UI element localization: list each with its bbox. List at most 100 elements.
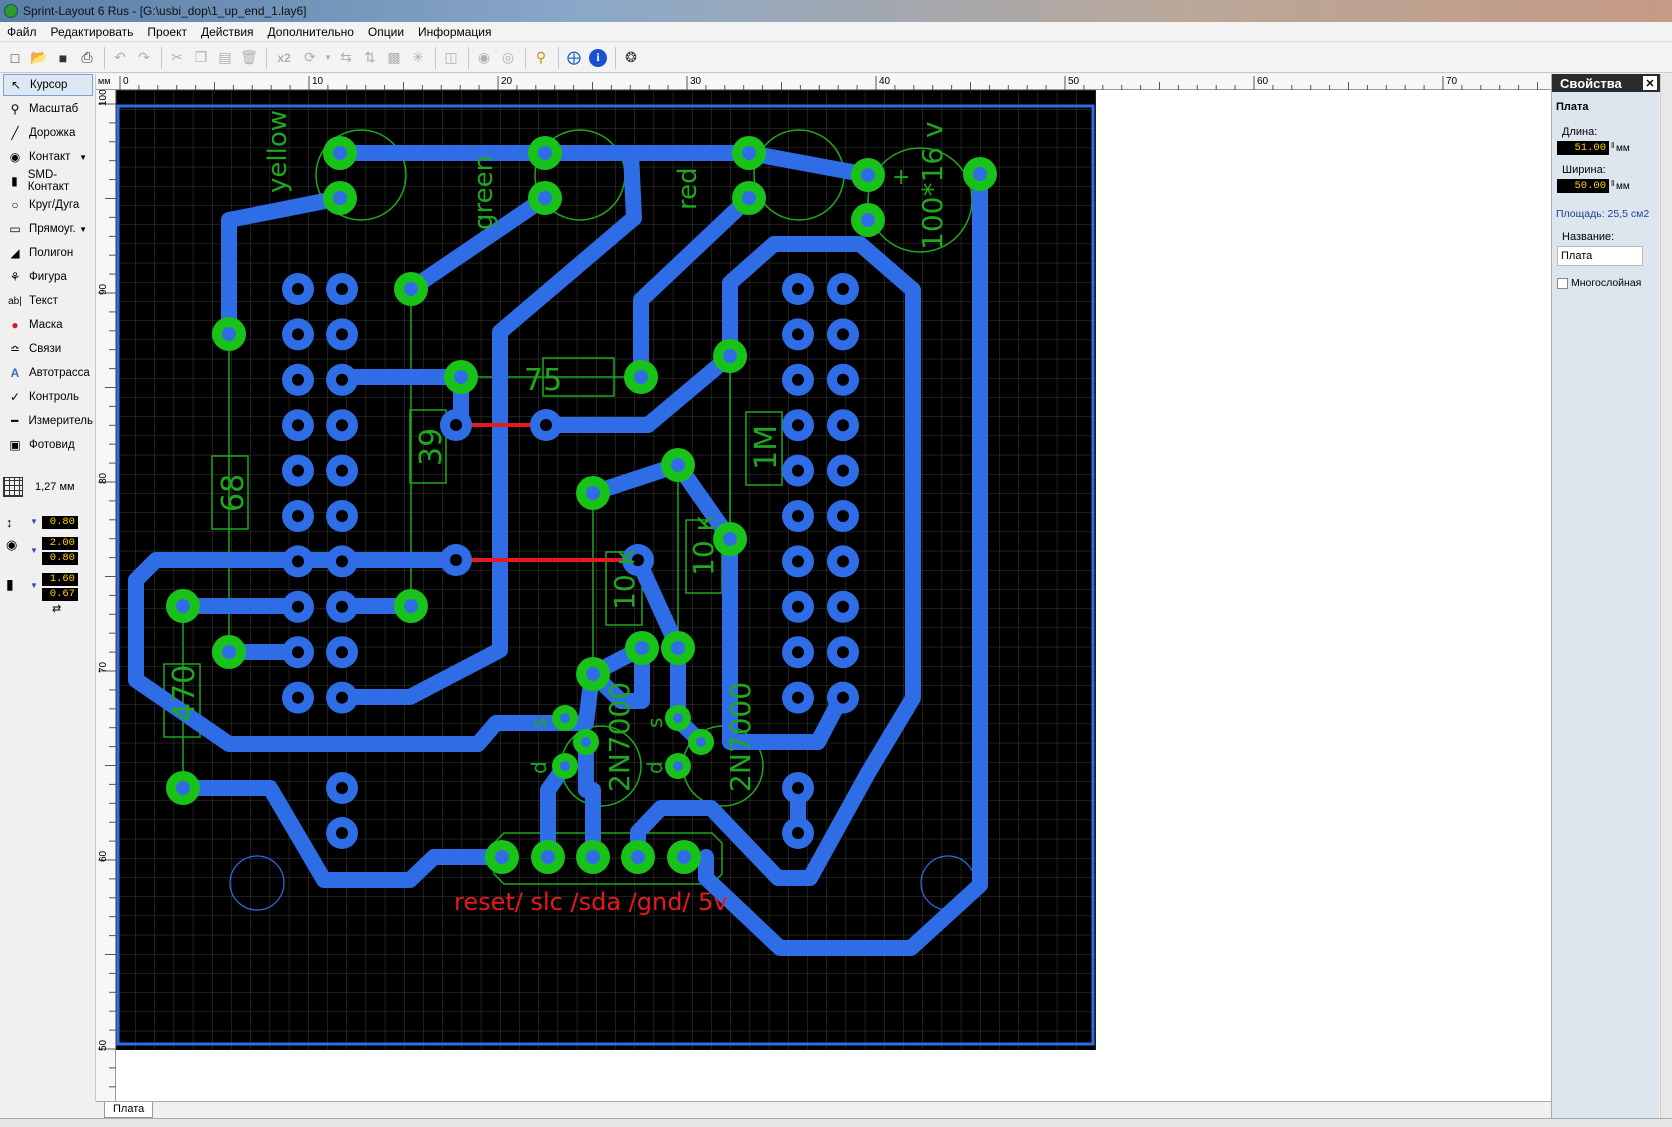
chevron-down-icon[interactable]: ▼: [30, 517, 38, 526]
track-width-value[interactable]: 0.80: [42, 516, 78, 529]
pcb-canvas[interactable]: yellow green red 100*16 v + 75 39 68 1M …: [116, 90, 1551, 1101]
tool-label: Полигон: [29, 247, 74, 259]
circle-icon: ○: [11, 198, 19, 212]
tool-pad[interactable]: ◉ Контакт ▼: [3, 146, 93, 168]
close-icon[interactable]: ✕: [1643, 76, 1657, 90]
pad-hole: [973, 167, 987, 181]
tool-track[interactable]: ╱ Дорожка: [3, 122, 93, 144]
rotate-icon[interactable]: ⟳: [299, 47, 321, 69]
delete-icon[interactable]: 🗑: [238, 47, 260, 69]
snap-icon[interactable]: ✳: [407, 47, 429, 69]
mirror-h-icon[interactable]: ⇆: [335, 47, 357, 69]
tool-zoom[interactable]: ⚲ Масштаб: [3, 98, 93, 120]
pad-hole: [581, 737, 591, 747]
grid-selector[interactable]: 1,27 мм: [3, 474, 93, 500]
duplicate-x2-button[interactable]: x2: [271, 47, 297, 69]
width-input[interactable]: 50.00: [1557, 179, 1609, 193]
connector-label: reset/ slc /sda /gnd/ 5v: [454, 888, 728, 916]
ruler-label: 40: [879, 76, 891, 87]
pad-hole: [404, 599, 418, 613]
pad-hole: [792, 600, 804, 613]
pad-hole: [292, 373, 304, 386]
tool-photoview[interactable]: ▣ Фотовид: [3, 434, 93, 456]
tool-polygon[interactable]: ◢ Полигон: [3, 242, 93, 264]
copy-icon[interactable]: ❐: [190, 47, 212, 69]
pad-outer-value[interactable]: 2.00: [42, 537, 78, 550]
zoom-search-icon[interactable]: ⚲: [530, 47, 552, 69]
tool-check[interactable]: ✓ Контроль: [3, 386, 93, 408]
tool-mask[interactable]: ● Маска: [3, 314, 93, 336]
align-icon[interactable]: ▩: [383, 47, 405, 69]
menu-actions[interactable]: Действия: [194, 25, 261, 39]
tool-autoroute[interactable]: A Автотрасса: [3, 362, 93, 384]
window-title: Sprint-Layout 6 Rus - [G:\usbi_dop\1_up_…: [23, 4, 307, 18]
new-file-icon[interactable]: □: [4, 47, 26, 69]
tool-cursor[interactable]: ↖ Курсор: [3, 74, 93, 96]
text-icon: ab|: [8, 295, 22, 307]
pad-hole: [837, 464, 849, 477]
ruler-top: 0 10 20 30 40 50 60 70 мм: [96, 74, 1557, 90]
menu-project[interactable]: Проект: [140, 25, 194, 39]
tool-shape[interactable]: ⚘ Фигура: [3, 266, 93, 288]
pad-hole: [292, 691, 304, 704]
paste-icon[interactable]: ▤: [214, 47, 236, 69]
chevron-down-icon[interactable]: ▼: [79, 153, 87, 162]
label-capacitor: 100*16 v: [916, 121, 949, 250]
rotate-dropdown-icon[interactable]: ▼: [323, 47, 333, 69]
tool-circle[interactable]: ○ Круг/Дуга: [3, 194, 93, 216]
lock-icon[interactable]: ◉: [473, 47, 495, 69]
ruler-label: 60: [98, 850, 109, 862]
group-icon[interactable]: ◫: [440, 47, 462, 69]
name-input[interactable]: Плата: [1557, 246, 1643, 266]
pcb-board[interactable]: yellow green red 100*16 v + 75 39 68 1M …: [116, 90, 1551, 1101]
info-icon[interactable]: i: [587, 47, 609, 69]
menu-extra[interactable]: Дополнительно: [261, 25, 361, 39]
label-r10k-b: 10 к: [687, 515, 720, 576]
ruler-left: 100 90 80 70 60 50: [96, 89, 116, 1107]
cut-icon[interactable]: ✂: [166, 47, 188, 69]
pad-size-icon: ◉: [6, 537, 18, 552]
unlock-icon[interactable]: ◎: [497, 47, 519, 69]
redo-icon[interactable]: ↷: [133, 47, 155, 69]
label-d2: d: [643, 761, 667, 774]
crop-icon[interactable]: ⨁: [563, 47, 585, 69]
tool-smd-pad[interactable]: ▮ SMD-Контакт: [3, 169, 93, 193]
tool-rectangle[interactable]: ▭ Прямоуг. ▼: [3, 218, 93, 240]
save-icon[interactable]: ■: [52, 47, 74, 69]
menu-edit[interactable]: Редактировать: [44, 25, 141, 39]
pad-hole: [404, 282, 418, 296]
pad-inner-value[interactable]: 0.80: [42, 552, 78, 565]
open-file-icon[interactable]: 📂: [28, 47, 50, 69]
vertical-scrollbar[interactable]: [1660, 74, 1672, 1118]
menu-options[interactable]: Опции: [361, 25, 411, 39]
tool-label: Круг/Дуга: [29, 199, 80, 211]
properties-panel: Свойства ✕ Плата Длина: 51.00 ‖ мм Ширин…: [1551, 74, 1660, 1118]
multilayer-checkbox[interactable]: [1557, 278, 1568, 289]
photo-view-icon[interactable]: ❂: [620, 47, 642, 69]
smd-pad-icon: ▮: [11, 174, 18, 188]
mirror-v-icon[interactable]: ⇅: [359, 47, 381, 69]
spin-icon[interactable]: ‖: [1611, 141, 1614, 150]
tool-connections[interactable]: ≏ Связи: [3, 338, 93, 360]
tab-bar: Плата: [96, 1101, 1551, 1118]
menu-bar: Файл Редактировать Проект Действия Допол…: [0, 22, 1672, 42]
width-unit: мм: [1616, 181, 1630, 192]
spin-icon[interactable]: ‖: [1611, 179, 1614, 188]
swap-icon[interactable]: ⇄: [52, 602, 61, 615]
chevron-down-icon[interactable]: ▼: [79, 225, 87, 234]
pad-hole: [336, 328, 348, 341]
chevron-down-icon[interactable]: ▼: [30, 546, 38, 555]
smd-width-value[interactable]: 1.60: [42, 573, 78, 586]
tool-measure[interactable]: ━ Измеритель: [3, 410, 93, 432]
name-label: Название:: [1562, 231, 1615, 243]
print-icon[interactable]: ⎙: [76, 47, 98, 69]
tool-text[interactable]: ab| Текст: [3, 290, 93, 312]
menu-file[interactable]: Файл: [0, 25, 44, 39]
undo-icon[interactable]: ↶: [109, 47, 131, 69]
length-input[interactable]: 51.00: [1557, 141, 1609, 155]
chevron-down-icon[interactable]: ▼: [30, 581, 38, 590]
tab-board[interactable]: Плата: [104, 1102, 154, 1118]
smd-height-value[interactable]: 0.67: [42, 588, 78, 601]
pad-hole: [792, 464, 804, 477]
menu-info[interactable]: Информация: [411, 25, 498, 39]
